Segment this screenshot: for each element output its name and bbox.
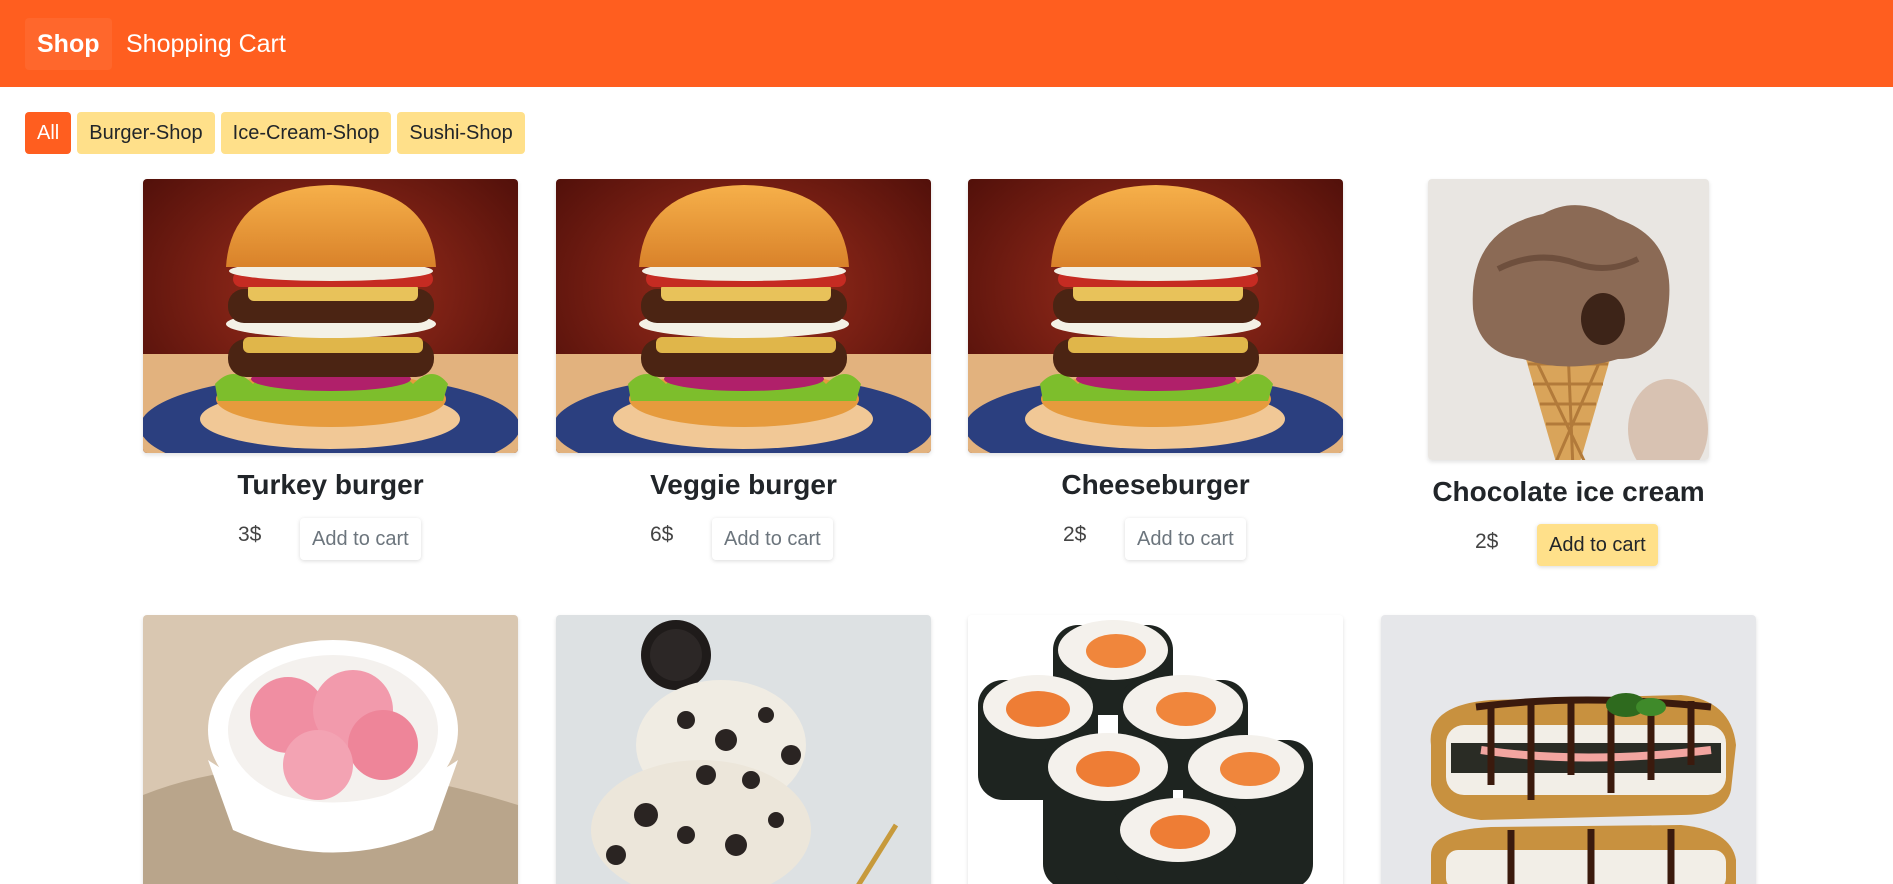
add-to-cart-button[interactable]: Add to cart (1537, 524, 1658, 566)
product-card: Turkey burger 3$ Add to cart (143, 179, 518, 569)
product-price: 3$ (238, 523, 262, 546)
product-title: Turkey burger (237, 469, 424, 500)
strawberry-ice-cream-image (143, 615, 518, 884)
cookies-and-cream-image (556, 615, 931, 884)
sushi-sandwich-image (1381, 615, 1756, 884)
add-to-cart-button[interactable]: Add to cart (712, 518, 833, 560)
product-price: 6$ (650, 523, 674, 546)
product-title: Chocolate ice cream (1432, 476, 1705, 507)
filter-burger-shop-button[interactable]: Burger-Shop (77, 112, 215, 154)
product-title: Veggie burger (650, 469, 837, 500)
filter-sushi-shop-button[interactable]: Sushi-Shop (397, 112, 525, 154)
shopping-cart-link[interactable]: Shopping Cart (126, 18, 286, 70)
top-navbar: Shop Shopping Cart (0, 0, 1893, 87)
sushi-rolls-image (968, 615, 1343, 884)
product-price: 2$ (1475, 530, 1499, 553)
chocolate-ice-cream-image (1428, 179, 1709, 460)
product-title: Cheeseburger (1061, 469, 1250, 500)
burger-image (968, 179, 1343, 453)
add-to-cart-button[interactable]: Add to cart (300, 518, 421, 560)
filter-ice-cream-shop-button[interactable]: Ice-Cream-Shop (220, 112, 392, 154)
product-card: Chocolate ice cream 2$ Add to cart (1381, 179, 1756, 579)
burger-image (143, 179, 518, 453)
filter-all-button[interactable]: All (25, 112, 72, 154)
product-card: Cheeseburger 2$ Add to cart (968, 179, 1343, 569)
product-card: Veggie burger 6$ Add to cart (556, 179, 931, 569)
shop-filter-bar: All Burger-Shop Ice-Cream-Shop Sushi-Sho… (25, 112, 525, 154)
burger-image (556, 179, 931, 453)
product-price: 2$ (1063, 523, 1087, 546)
shop-link[interactable]: Shop (25, 18, 112, 70)
add-to-cart-button[interactable]: Add to cart (1125, 518, 1246, 560)
